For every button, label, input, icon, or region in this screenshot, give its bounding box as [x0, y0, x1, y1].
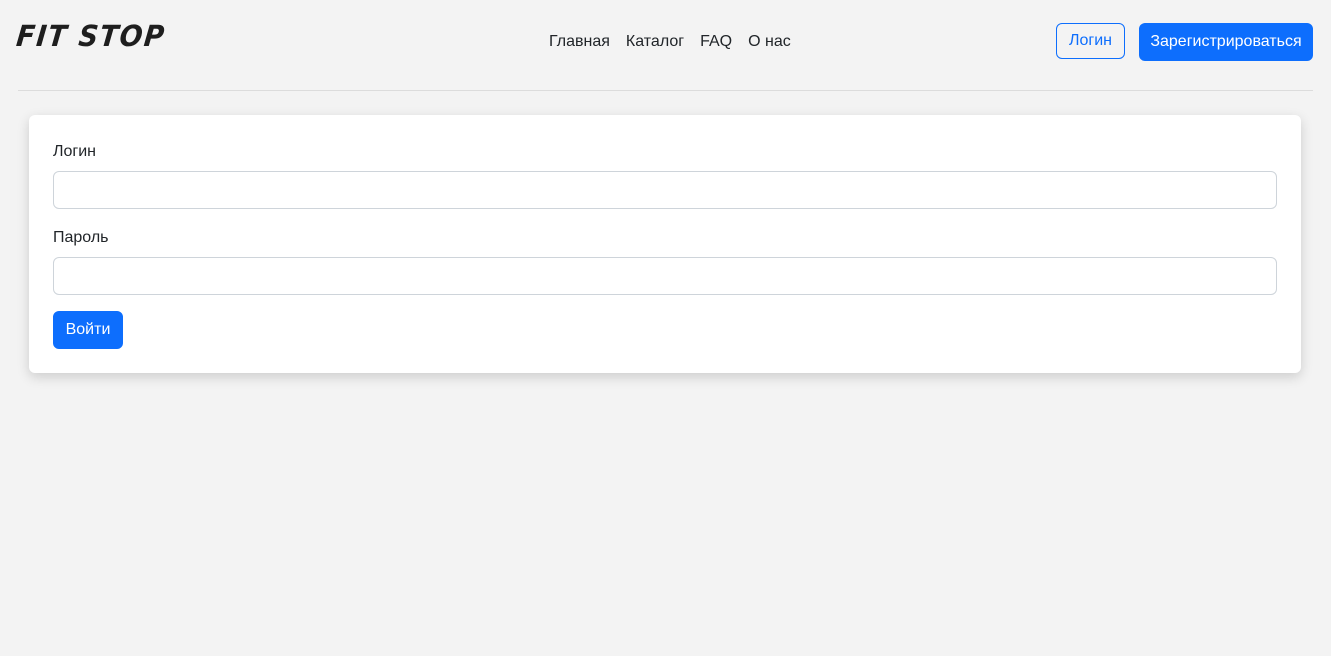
password-field-label: Пароль: [53, 229, 109, 246]
submit-login-button[interactable]: Войти: [53, 311, 123, 349]
password-input[interactable]: [53, 257, 1277, 295]
nav-link-home[interactable]: Главная: [549, 33, 610, 51]
site-logo[interactable]: FIT STOP: [15, 20, 167, 53]
login-input[interactable]: [53, 171, 1277, 209]
login-field-label: Логин: [53, 143, 97, 160]
register-button[interactable]: Зарегистрироваться: [1139, 23, 1313, 61]
nav-link-faq[interactable]: FAQ: [700, 33, 732, 51]
login-button[interactable]: Логин: [1056, 23, 1125, 59]
nav-link-about[interactable]: О нас: [748, 33, 791, 51]
main-nav: Главная Каталог FAQ О нас: [549, 33, 791, 51]
nav-link-catalog[interactable]: Каталог: [626, 33, 684, 51]
site-header: FIT STOP Главная Каталог FAQ О нас Логин…: [15, 0, 1313, 91]
login-form-card: Логин Пароль Войти: [29, 115, 1301, 373]
